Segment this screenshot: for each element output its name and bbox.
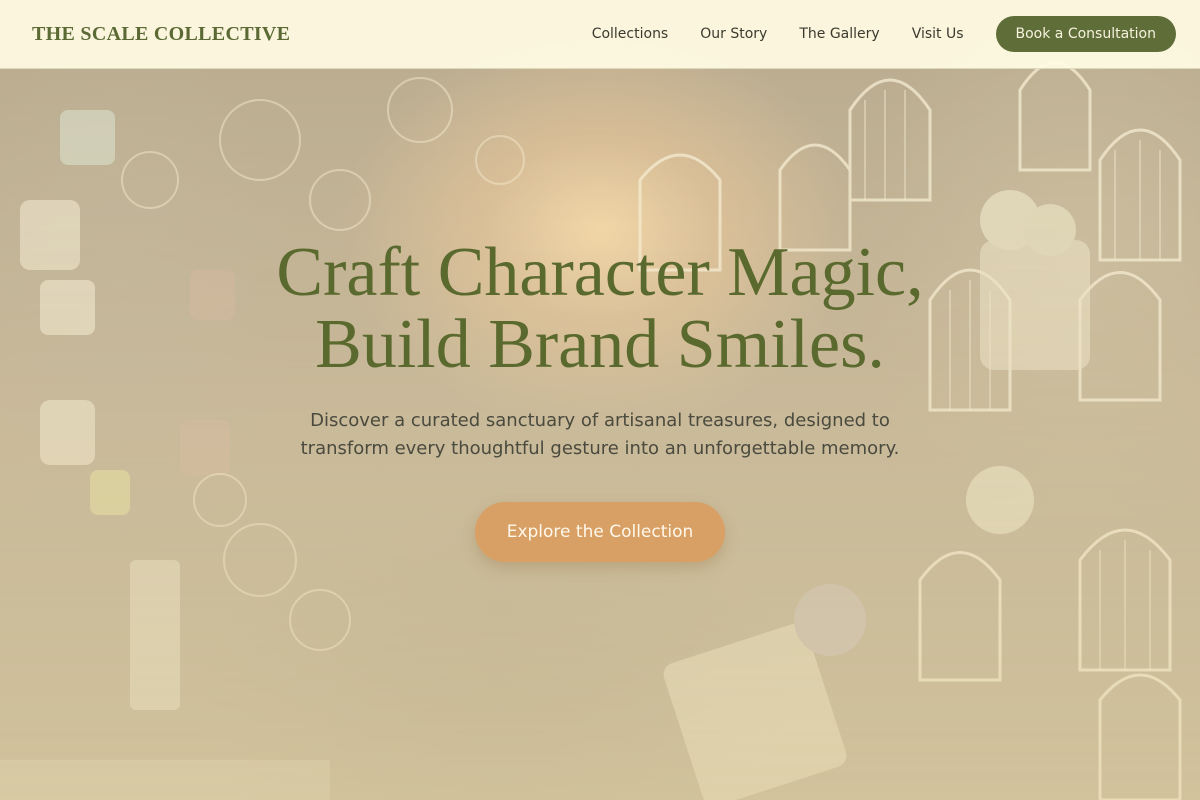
hero-subheading: Discover a curated sanctuary of artisana…	[300, 410, 900, 459]
nav-link-collections[interactable]: Collections	[592, 26, 669, 42]
book-consultation-button[interactable]: Book a Consultation	[995, 16, 1176, 52]
main-nav: Collections Our Story The Gallery Visit …	[592, 16, 1176, 52]
explore-collection-button[interactable]: Explore the Collection	[475, 502, 725, 562]
hero-headline-line-2: Build Brand Smiles.	[315, 306, 885, 383]
site-header: THE SCALE COLLECTIVE Collections Our Sto…	[0, 0, 1200, 69]
nav-link-our-story[interactable]: Our Story	[700, 26, 767, 42]
nav-link-visit-us[interactable]: Visit Us	[912, 26, 964, 42]
hero-section: Craft Character Magic, Build Brand Smile…	[0, 69, 1200, 800]
nav-link-the-gallery[interactable]: The Gallery	[799, 26, 879, 42]
hero-headline: Craft Character Magic, Build Brand Smile…	[150, 237, 1050, 381]
brand-logo[interactable]: THE SCALE COLLECTIVE	[32, 23, 290, 46]
hero-headline-line-1: Craft Character Magic,	[276, 234, 924, 311]
